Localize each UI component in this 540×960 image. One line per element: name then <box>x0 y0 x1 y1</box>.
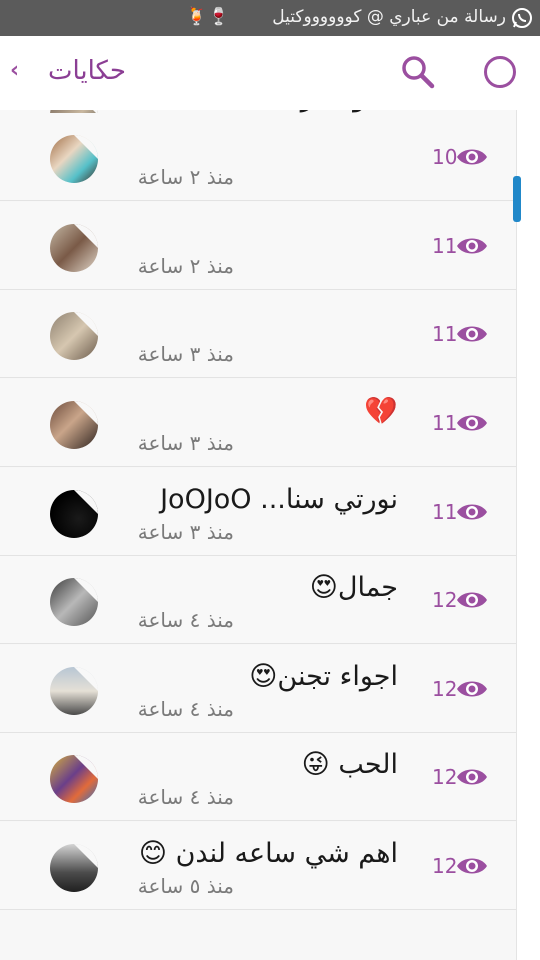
progress-wedge <box>74 224 98 248</box>
story-row[interactable]: الحب 😜 منذ ٤ ساعة 12 <box>0 733 516 821</box>
story-avatar[interactable] <box>50 401 98 449</box>
view-counter: 10 <box>432 145 492 171</box>
view-counter: 12 <box>432 677 492 703</box>
story-row[interactable]: 💔 منذ ٣ ساعة 11 <box>0 379 516 467</box>
eye-icon <box>457 326 487 342</box>
story-time: منذ ٥ ساعة <box>137 874 234 898</box>
scrollbar-thumb[interactable] <box>513 176 521 222</box>
story-title: اهم شي ساعه لندن 😊 <box>138 838 398 869</box>
wine-glass-icon: 🍷 <box>208 7 230 27</box>
cocktail-icon: 🍹 <box>186 7 208 27</box>
story-avatar[interactable] <box>50 135 98 183</box>
progress-wedge <box>74 312 98 336</box>
view-counter: 12 <box>432 854 492 880</box>
view-counter: 7 <box>432 110 492 112</box>
eye-icon <box>457 769 487 785</box>
story-title: 💔 <box>364 396 398 427</box>
view-count: 11 <box>432 322 458 346</box>
story-avatar[interactable] <box>50 578 98 626</box>
eye-icon <box>457 238 487 254</box>
story-row[interactable]: منذ ٣ ساعة 11 <box>0 290 516 378</box>
story-time: منذ ٣ ساعة <box>137 520 234 544</box>
story-time: منذ ٣ ساعة <box>137 342 234 366</box>
story-row[interactable]: اجواء تجنن😍 منذ ٤ ساعة 12 <box>0 645 516 733</box>
view-count: 12 <box>432 765 458 789</box>
view-counter: 11 <box>432 500 492 526</box>
eye-icon <box>457 415 487 431</box>
progress-wedge <box>74 667 98 691</box>
story-row[interactable]: اهم شي ساعه لندن 😊 منذ ٥ ساعة 12 <box>0 822 516 910</box>
story-time: منذ ٢ ساعة <box>137 254 234 278</box>
story-title: اجواء تجنن😍 <box>249 661 398 692</box>
story-time: منذ ٤ ساعة <box>137 785 234 809</box>
story-time: منذ ٢ ساعة <box>137 165 234 189</box>
view-count: 11 <box>432 234 458 258</box>
view-counter: 12 <box>432 588 492 614</box>
story-row[interactable]: نورتي سنا... JoOJoO منذ ٣ ساعة 11 <box>0 468 516 556</box>
story-title: نورتي سنا... JoOJoO <box>160 484 398 515</box>
progress-wedge <box>74 490 98 514</box>
view-count: 12 <box>432 854 458 878</box>
story-row[interactable]: منذ ٢ ساعة 10 <box>0 113 516 201</box>
story-avatar[interactable] <box>50 755 98 803</box>
story-avatar[interactable] <box>50 844 98 892</box>
view-counter: 11 <box>432 322 492 348</box>
whatsapp-icon <box>512 8 532 28</box>
notification-text: رسالة من عباري @ كووووووكتيل <box>272 7 506 27</box>
view-count: 11 <box>432 411 458 435</box>
view-count: 10 <box>432 145 458 169</box>
eye-icon <box>457 592 487 608</box>
progress-wedge <box>74 578 98 602</box>
view-counter: 11 <box>432 411 492 437</box>
story-row[interactable]: جمال😍 منذ ٤ ساعة 12 <box>0 556 516 644</box>
view-count: 11 <box>432 500 458 524</box>
story-time: منذ ٣ ساعة <box>137 431 234 455</box>
story-title: الحب 😜 <box>301 749 398 780</box>
scrollbar-track <box>516 110 540 960</box>
eye-icon <box>457 504 487 520</box>
story-avatar[interactable] <box>50 312 98 360</box>
eye-icon <box>457 149 487 165</box>
eye-icon <box>457 858 487 874</box>
progress-wedge <box>74 755 98 779</box>
story-time: منذ ٤ ساعة <box>137 697 234 721</box>
view-count: 12 <box>432 677 458 701</box>
story-list: انا والفيزياء...منذ ساعة71منذ ٢ ساعة10من… <box>0 110 516 960</box>
circle-icon[interactable] <box>484 56 516 88</box>
progress-wedge <box>74 135 98 159</box>
progress-wedge <box>74 844 98 868</box>
story-row[interactable]: منذ ٢ ساعة 11 <box>0 202 516 290</box>
story-title: جمال😍 <box>309 572 398 603</box>
view-counter: 11 <box>432 234 492 260</box>
app-header: ‹ حكايات <box>0 36 540 110</box>
status-bar: 🍹 🍷 رسالة من عباري @ كووووووكتيل <box>0 0 540 36</box>
story-time: منذ ٤ ساعة <box>137 608 234 632</box>
story-avatar[interactable] <box>50 224 98 272</box>
page-title: حكايات <box>48 56 126 86</box>
view-count: 12 <box>432 588 458 612</box>
story-avatar[interactable] <box>50 667 98 715</box>
search-icon[interactable] <box>400 54 436 90</box>
eye-icon <box>457 681 487 697</box>
story-avatar[interactable] <box>50 490 98 538</box>
chevron-left-icon: ‹ <box>10 58 20 83</box>
view-counter: 12 <box>432 765 492 791</box>
progress-wedge <box>74 401 98 425</box>
